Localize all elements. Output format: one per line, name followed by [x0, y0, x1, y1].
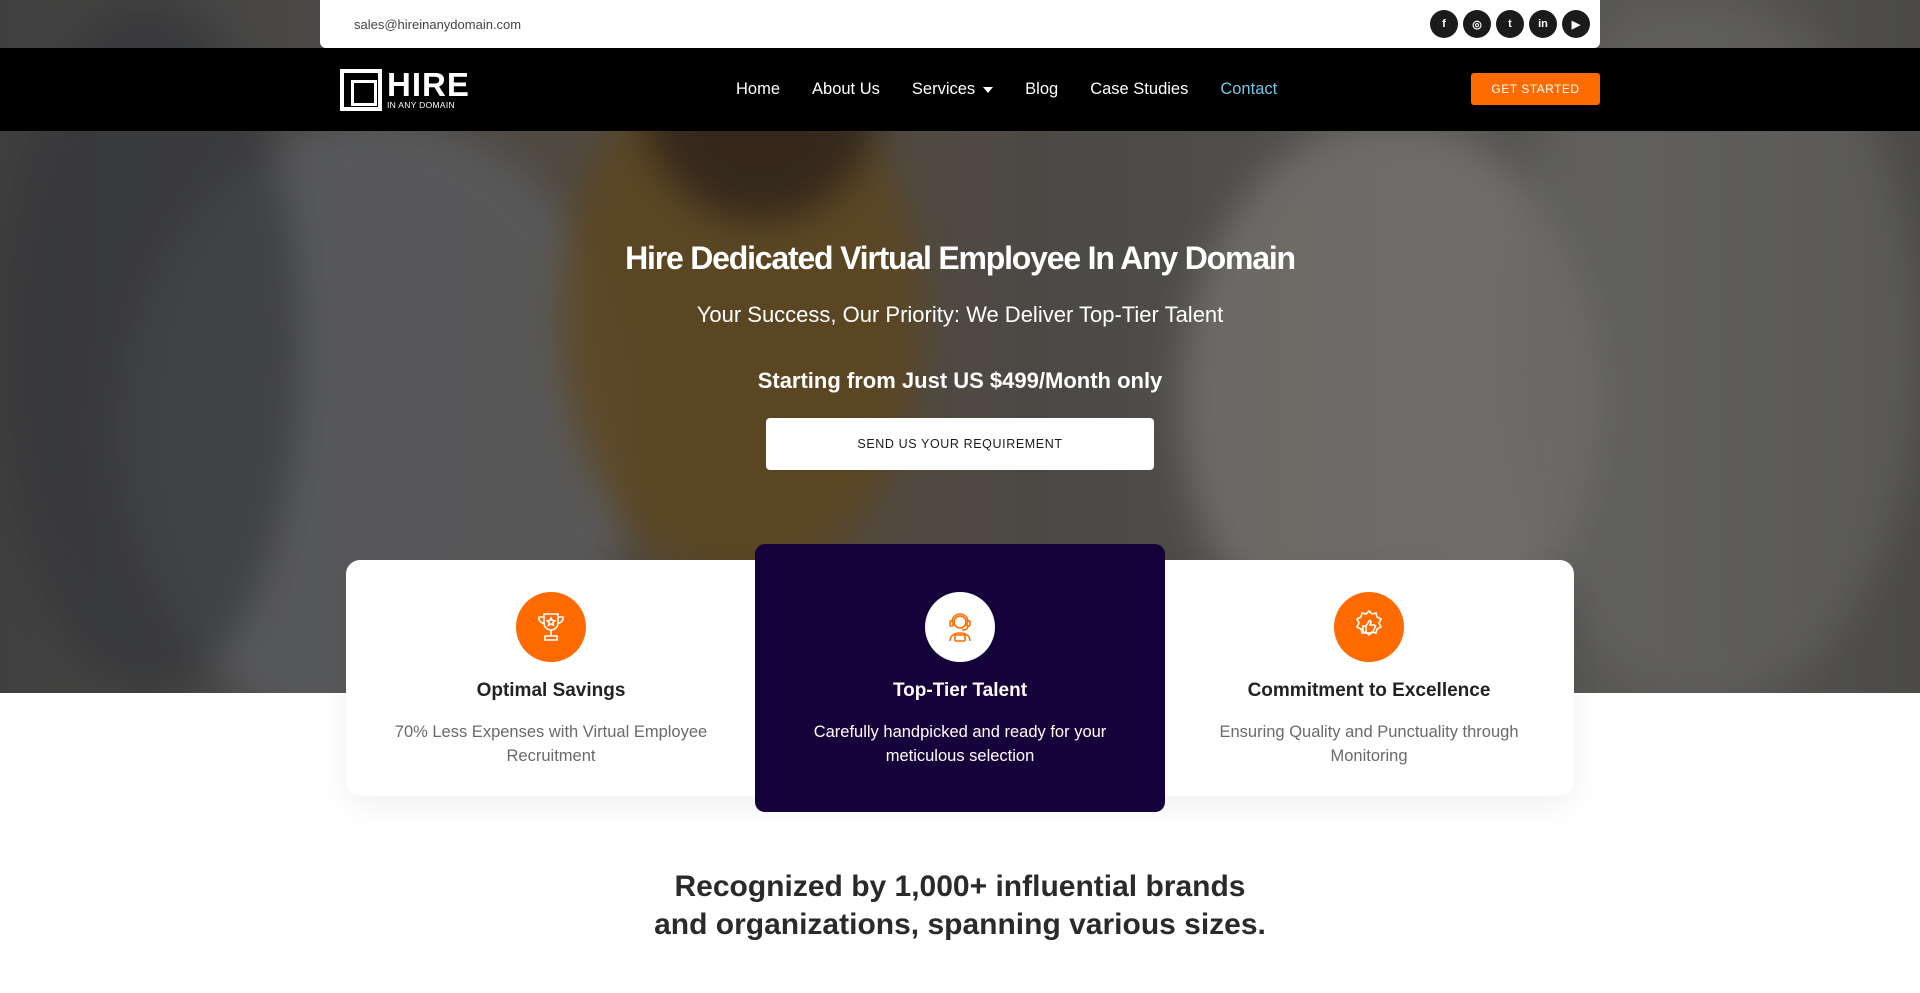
site-logo[interactable]: HIRE IN ANY DOMAIN [340, 66, 470, 111]
twitter-icon[interactable]: t [1496, 10, 1524, 38]
feature-title: Top-Tier Talent [892, 680, 1028, 701]
feature-card-savings: Optimal Savings 70% Less Expenses with V… [346, 560, 756, 796]
instagram-icon[interactable]: ◎ [1463, 10, 1491, 38]
nav-home[interactable]: Home [736, 80, 780, 99]
social-links: f ◎ t in ▶ [1430, 10, 1590, 38]
main-navbar: HIRE IN ANY DOMAIN Home About Us Service… [0, 48, 1920, 131]
facebook-icon[interactable]: f [1430, 10, 1458, 38]
youtube-icon[interactable]: ▶ [1562, 10, 1590, 38]
recognition-heading: Recognized by 1,000+ influential brands … [0, 868, 1920, 944]
recognition-line-1: Recognized by 1,000+ influential brands [674, 870, 1246, 903]
feature-description: Carefully handpicked and ready for your … [813, 723, 1107, 765]
nav-about-us[interactable]: About Us [812, 80, 880, 99]
linkedin-icon[interactable]: in [1529, 10, 1557, 38]
feature-card-talent: Top-Tier Talent Carefully handpicked and… [755, 544, 1165, 812]
feature-title: Optimal Savings [476, 680, 626, 701]
top-contact-bar: sales@hireinanydomain.com f ◎ t in ▶ [320, 0, 1600, 48]
trophy-icon [516, 592, 586, 662]
feature-description: 70% Less Expenses with Virtual Employee … [394, 723, 708, 765]
nav-services[interactable]: Services [911, 80, 994, 99]
hero-title: Hire Dedicated Virtual Employee In Any D… [625, 240, 1296, 276]
send-requirement-button[interactable]: SEND US YOUR REQUIREMENT [766, 418, 1154, 470]
hero-price: Starting from Just US $499/Month only [757, 368, 1163, 393]
nav-blog[interactable]: Blog [1025, 80, 1058, 99]
nav-links: Home About Us Services Blog Case Studies… [736, 48, 1277, 131]
logo-mark-icon [340, 69, 382, 111]
nav-case-studies[interactable]: Case Studies [1090, 80, 1188, 99]
recognition-line-2: and organizations, spanning various size… [654, 908, 1266, 941]
nav-contact[interactable]: Contact [1220, 80, 1277, 99]
contact-email[interactable]: sales@hireinanydomain.com [354, 17, 521, 32]
get-started-button[interactable]: GET STARTED [1471, 73, 1600, 105]
nav-services-label: Services [911, 80, 976, 98]
feature-title: Commitment to Excellence [1247, 680, 1491, 701]
feature-description: Ensuring Quality and Punctuality through… [1219, 723, 1519, 765]
logo-main-text: HIRE [387, 66, 470, 103]
badge-thumbs-up-icon [1334, 592, 1404, 662]
hero-subtitle: Your Success, Our Priority: We Deliver T… [696, 302, 1224, 327]
chevron-down-icon [983, 86, 994, 93]
support-agent-icon [925, 592, 995, 662]
feature-card-excellence: Commitment to Excellence Ensuring Qualit… [1164, 560, 1574, 796]
